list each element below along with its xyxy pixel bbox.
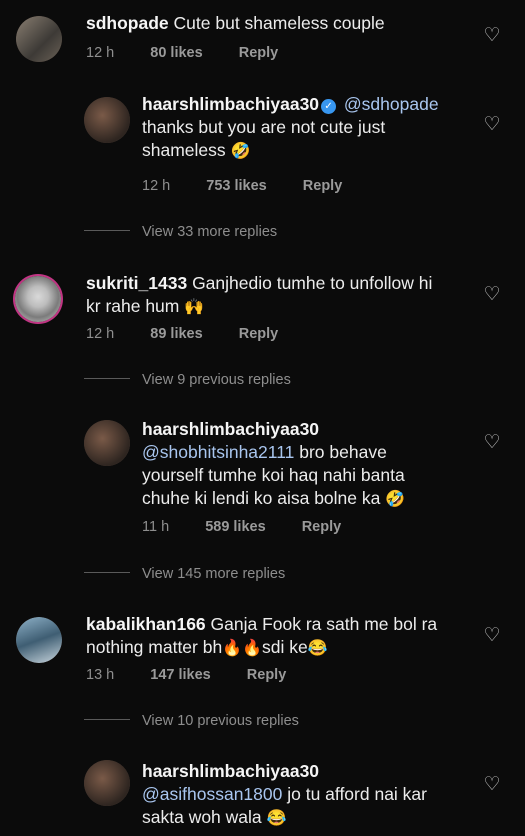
avatar[interactable]: [15, 276, 61, 322]
mention-link[interactable]: @sdhopade: [344, 94, 439, 114]
comment-text: haarshlimbachiyaa30 @shobhitsinha2111 br…: [142, 418, 405, 511]
comment-body-line: shameless: [142, 140, 226, 160]
timestamp: 13 h: [86, 667, 115, 683]
timestamp: 11 h: [142, 519, 170, 535]
reply-button[interactable]: Reply: [239, 326, 279, 342]
reply-button[interactable]: Reply: [303, 178, 343, 194]
likes-count[interactable]: 147 likes: [150, 667, 210, 683]
comment-text: sukriti_1433 Ganjhedio tumhe to unfollow…: [86, 272, 432, 319]
fire-emoji: 🔥: [242, 640, 263, 657]
comment-body-line: sdi ke: [262, 637, 308, 657]
view-more-label[interactable]: View 10 previous replies: [142, 713, 299, 729]
comment-body: Cute but shameless couple: [173, 13, 385, 33]
avatar[interactable]: [16, 617, 62, 663]
rofl-emoji: 🤣: [230, 143, 251, 160]
laughing-emoji: 😂: [266, 810, 287, 827]
view-previous-replies[interactable]: View 10 previous replies: [84, 713, 299, 729]
username[interactable]: kabalikhan166: [86, 614, 206, 634]
divider-line: [84, 572, 130, 573]
username[interactable]: haarshlimbachiyaa30: [142, 418, 405, 441]
comment-meta: 12 h 753 likes Reply: [142, 178, 374, 194]
comment-meta: 13 h 147 likes Reply: [86, 667, 318, 683]
comment-meta: 12 h 89 likes Reply: [86, 326, 310, 342]
likes-count[interactable]: 589 likes: [205, 519, 265, 535]
avatar[interactable]: [84, 760, 130, 806]
comment-body-line: jo tu afford nai kar: [282, 784, 427, 804]
fire-emoji: 🔥: [222, 640, 243, 657]
heart-icon[interactable]: ♡: [483, 115, 501, 134]
divider-line: [84, 719, 130, 720]
likes-count[interactable]: 80 likes: [150, 45, 202, 61]
comment-body-line: yourself tumhe koi haq nahi banta: [142, 465, 405, 485]
comment-body-line: bro behave: [294, 442, 387, 462]
heart-icon[interactable]: ♡: [483, 433, 501, 452]
comment-body-line: Ganjhedio tumhe to unfollow hi: [192, 273, 433, 293]
avatar[interactable]: [84, 420, 130, 466]
rofl-emoji: 🤣: [385, 491, 406, 508]
reply-button[interactable]: Reply: [239, 45, 279, 61]
divider-line: [84, 230, 130, 231]
view-previous-replies[interactable]: View 9 previous replies: [84, 372, 291, 388]
comment-meta: 12 h 80 likes Reply: [86, 45, 310, 61]
heart-icon[interactable]: ♡: [483, 285, 501, 304]
comment-body-line: sakta woh wala: [142, 807, 262, 827]
comment-body-line: kr rahe hum: [86, 296, 180, 316]
heart-icon[interactable]: ♡: [483, 626, 501, 645]
timestamp: 12 h: [142, 178, 171, 194]
likes-count[interactable]: 753 likes: [206, 178, 266, 194]
timestamp: 12 h: [86, 45, 115, 61]
raised-hands-emoji: 🙌: [184, 299, 205, 316]
reply-button[interactable]: Reply: [247, 667, 287, 683]
comment-body-line: nothing matter bh: [86, 637, 223, 657]
comment-text: sdhopade Cute but shameless couple: [86, 12, 385, 35]
comment-text: haarshlimbachiyaa30 @asifhossan1800 jo t…: [142, 760, 427, 830]
heart-icon[interactable]: ♡: [483, 26, 501, 45]
verified-badge-icon: ✓: [321, 99, 337, 114]
username[interactable]: haarshlimbachiyaa30: [142, 94, 319, 114]
comment-body-line: Ganja Fook ra sath me bol ra: [210, 614, 438, 634]
avatar[interactable]: [84, 97, 130, 143]
username[interactable]: haarshlimbachiyaa30: [142, 760, 427, 783]
view-more-label[interactable]: View 33 more replies: [142, 224, 277, 240]
comment-body-line: thanks but you are not cute just: [142, 117, 386, 137]
comment-text: haarshlimbachiyaa30 ✓ @sdhopade thanks bu…: [142, 93, 439, 163]
mention-link[interactable]: @shobhitsinha2111: [142, 442, 294, 462]
mention-link[interactable]: @asifhossan1800: [142, 784, 282, 804]
view-more-replies[interactable]: View 145 more replies: [84, 566, 285, 582]
username[interactable]: sukriti_1433: [86, 273, 187, 293]
timestamp: 12 h: [86, 326, 115, 342]
view-more-label[interactable]: View 145 more replies: [142, 566, 285, 582]
reply-button[interactable]: Reply: [302, 519, 342, 535]
comment-body-line: chuhe ki lendi ko aisa bolne ka: [142, 488, 381, 508]
comment-text: kabalikhan166 Ganja Fook ra sath me bol …: [86, 613, 437, 660]
view-more-label[interactable]: View 9 previous replies: [142, 372, 291, 388]
username[interactable]: sdhopade: [86, 13, 169, 33]
avatar[interactable]: [16, 16, 62, 62]
comment-meta: 11 h 589 likes Reply: [142, 519, 373, 535]
likes-count[interactable]: 89 likes: [150, 326, 202, 342]
heart-icon[interactable]: ♡: [483, 775, 501, 794]
view-more-replies[interactable]: View 33 more replies: [84, 224, 277, 240]
laughing-emoji: 😂: [307, 640, 328, 657]
divider-line: [84, 378, 130, 379]
